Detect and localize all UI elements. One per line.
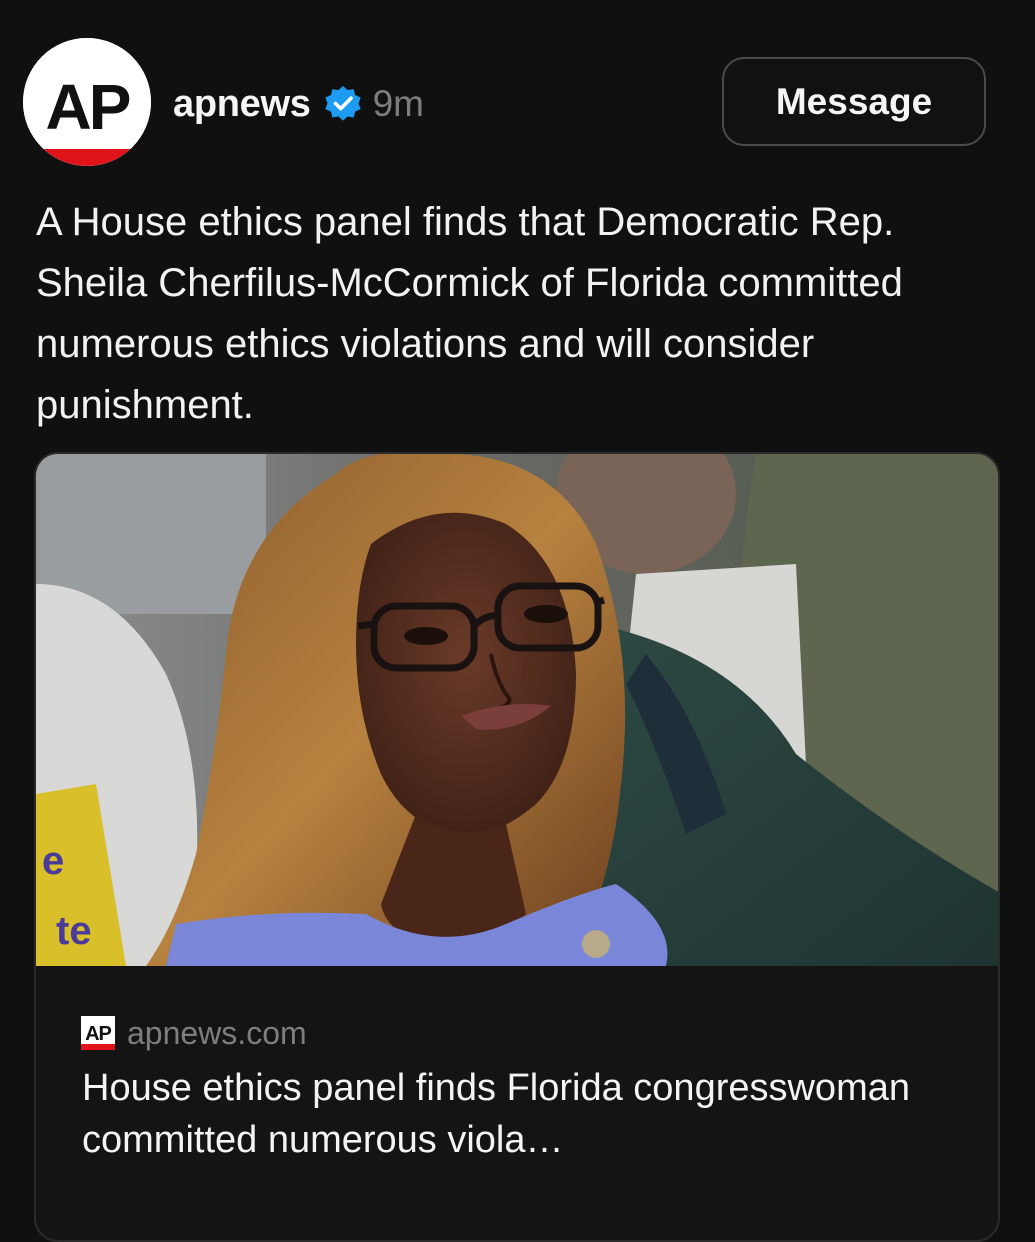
link-preview-card[interactable]: e te AP apnews.com House ethics panel fi…: [34, 452, 1000, 1242]
post-timestamp: 9m: [372, 83, 424, 124]
article-photo: e te: [36, 454, 998, 966]
profile-avatar[interactable]: AP: [23, 38, 151, 166]
post-meta: apnews 9m: [173, 80, 424, 128]
svg-text:e: e: [42, 839, 64, 883]
post-caption: A House ethics panel finds that Democrat…: [36, 200, 903, 427]
svg-text:te: te: [56, 909, 92, 953]
favicon-text: AP: [85, 1023, 111, 1045]
verified-badge-icon: [323, 84, 363, 124]
source-domain: apnews.com: [127, 1014, 307, 1051]
source-row: AP apnews.com: [81, 1013, 307, 1053]
ap-logo-icon: AP: [23, 38, 151, 166]
message-button[interactable]: Message: [722, 57, 986, 146]
username[interactable]: apnews: [173, 83, 311, 126]
avatar-logo-text: AP: [46, 71, 130, 143]
ap-favicon-icon: AP: [81, 1016, 115, 1050]
link-title[interactable]: House ethics panel finds Florida congres…: [82, 1062, 972, 1166]
